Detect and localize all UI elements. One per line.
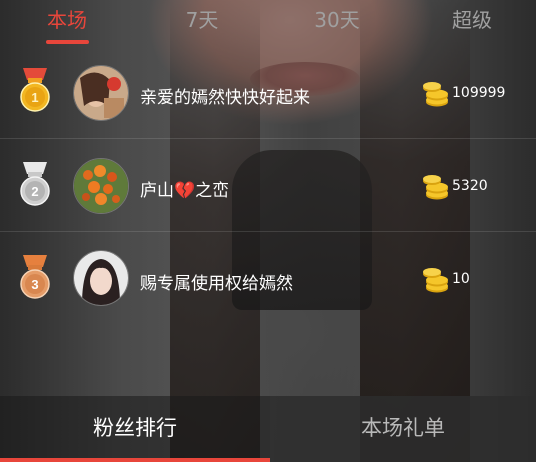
ranking-row-1[interactable]: 1 亲爱的嫣然快快好起来 109999 [0,47,536,139]
active-tab-indicator [46,40,89,44]
coin-stack-icon [423,82,448,107]
coin-amount: 109999 [452,85,506,101]
row-divider [0,231,536,232]
ranking-row-2[interactable]: 2 庐山💔之峦 5320 [0,140,536,232]
avatar[interactable] [73,158,129,214]
bottom-tab-bar: 粉丝排行 本场礼单 [0,396,536,462]
row-divider [0,138,536,139]
svg-text:3: 3 [31,277,38,292]
ranking-row-3[interactable]: 3 赐专属使用权给嫣然 10 [0,233,536,325]
tab-fan-ranking[interactable]: 粉丝排行 [0,412,270,442]
user-name: 亲爱的嫣然快快好起来 [140,88,310,108]
tab-30-days[interactable]: 30天 [292,6,382,34]
user-name-part: 庐山 [140,181,174,201]
avatar[interactable] [73,65,129,121]
user-name: 庐山💔之峦 [140,176,229,201]
bronze-medal-icon: 3 [20,255,50,299]
active-bottom-tab-indicator [0,458,270,462]
period-tabs: 本场 7天 30天 超级 [0,0,536,46]
user-name: 赐专属使用权给嫣然 [140,274,293,294]
avatar[interactable] [73,250,129,306]
broken-heart-emoji: 💔 [174,181,196,201]
svg-text:2: 2 [31,184,38,199]
gold-medal-icon: 1 [20,68,50,112]
coin-amount: 10 [452,271,470,287]
coin-amount: 5320 [452,178,488,194]
silver-medal-icon: 2 [20,162,50,206]
tab-super[interactable]: 超级 [427,6,517,34]
tab-current[interactable]: 本场 [22,6,112,34]
coin-stack-icon [423,175,448,200]
tab-gift-list[interactable]: 本场礼单 [270,412,536,442]
svg-text:1: 1 [31,90,38,105]
coin-stack-icon [423,268,448,293]
tab-7-days[interactable]: 7天 [157,6,247,34]
user-name-part: 之峦 [195,181,230,201]
